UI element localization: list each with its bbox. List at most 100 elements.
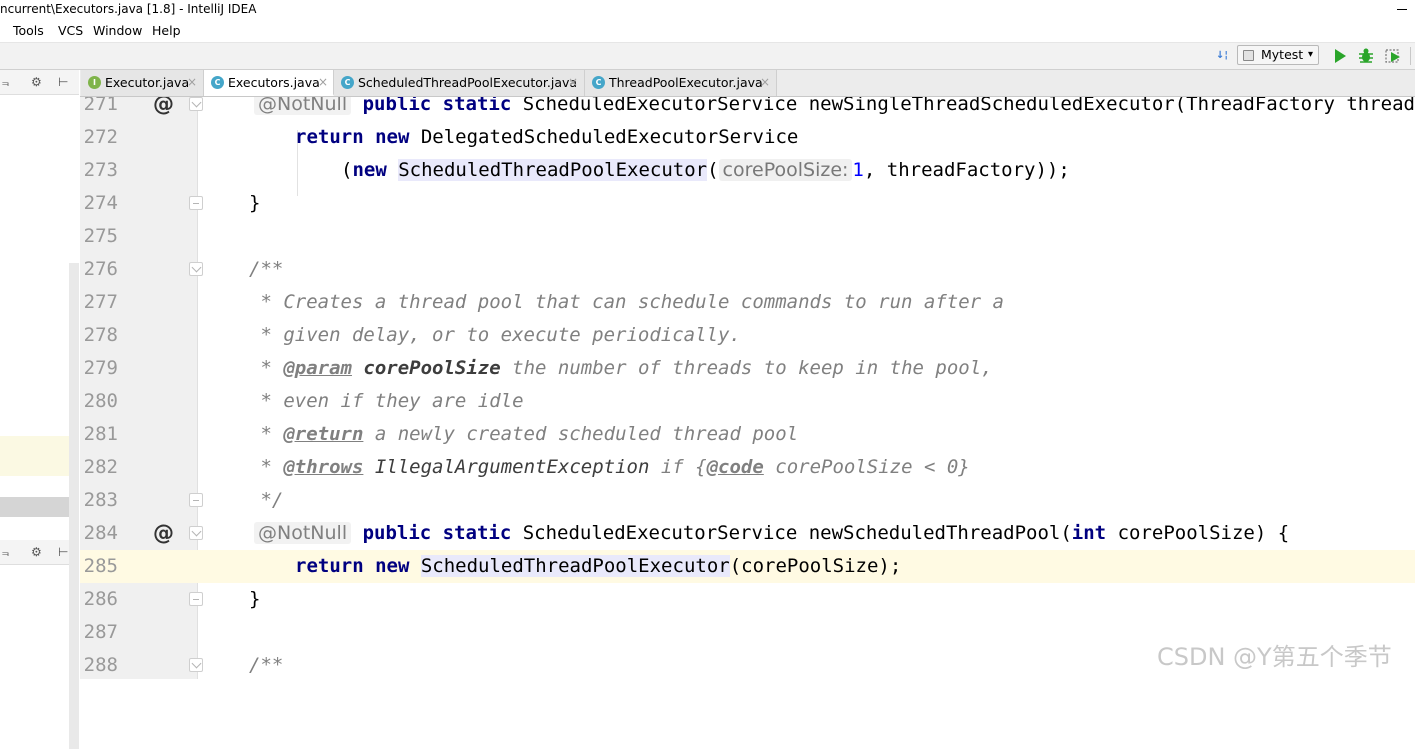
- code-line[interactable]: 276 /**: [80, 253, 1415, 286]
- collapse-icon[interactable]: ⫬: [2, 540, 9, 564]
- line-number: 282: [83, 456, 118, 478]
- doc-comment: * even if they are idle: [249, 390, 524, 412]
- annotation-marker-icon[interactable]: @: [153, 517, 174, 550]
- doc-tag: @throws: [283, 456, 364, 478]
- parameter-hint: corePoolSize:: [718, 159, 853, 181]
- menu-help[interactable]: Help: [152, 20, 181, 42]
- class-reference[interactable]: ScheduledThreadPoolExecutor: [420, 555, 730, 577]
- close-icon[interactable]: ×: [187, 70, 197, 95]
- code-line[interactable]: 280 * even if they are idle: [80, 385, 1415, 418]
- fold-marker-icon[interactable]: [189, 592, 203, 606]
- tab-label: ThreadPoolExecutor.java: [609, 75, 763, 90]
- code-editor[interactable]: 271 @ @NotNull public static ScheduledEx…: [80, 97, 1415, 679]
- fold-marker-icon[interactable]: [189, 658, 203, 672]
- code-line[interactable]: 283 */: [80, 484, 1415, 517]
- code-line-current[interactable]: 285 return new ScheduledThreadPoolExecut…: [80, 550, 1415, 583]
- line-number: 272: [83, 126, 118, 148]
- class-file-icon: C: [211, 76, 224, 89]
- collapse-icon[interactable]: ⫬: [2, 70, 9, 94]
- class-file-icon: C: [341, 76, 354, 89]
- keyword: int: [1071, 522, 1107, 544]
- doc-comment: * Creates a thread pool that can schedul…: [249, 291, 1004, 313]
- code-text: , threadFactory));: [863, 159, 1070, 181]
- keyword: return new: [295, 126, 410, 148]
- code-text: (: [341, 159, 353, 181]
- line-number: 285: [83, 555, 118, 577]
- fold-marker-icon[interactable]: [189, 262, 203, 276]
- line-number: 286: [83, 588, 118, 610]
- tab-executor-java[interactable]: I Executor.java ×: [81, 70, 204, 96]
- panel-selected-row[interactable]: [0, 497, 79, 517]
- fold-marker-icon[interactable]: [189, 493, 203, 507]
- menu-window[interactable]: Window: [93, 20, 142, 42]
- line-number: 280: [83, 390, 118, 412]
- hide-panel-icon[interactable]: ⊢: [58, 540, 68, 564]
- class-file-icon: C: [592, 76, 605, 89]
- line-number: 278: [83, 324, 118, 346]
- code-line[interactable]: 272 return new DelegatedScheduledExecuto…: [80, 121, 1415, 154]
- fold-marker-icon[interactable]: [189, 97, 203, 111]
- fold-marker-icon[interactable]: [189, 196, 203, 210]
- title-bar: ncurrent\Executors.java [1.8] - IntelliJ…: [0, 0, 1415, 20]
- close-icon[interactable]: ×: [318, 70, 328, 95]
- doc-comment: *: [249, 357, 284, 379]
- close-icon[interactable]: ×: [760, 70, 770, 95]
- tab-scheduledthreadpoolexecutor-java[interactable]: C ScheduledThreadPoolExecutor.java ×: [334, 70, 585, 96]
- doc-comment: /**: [249, 258, 284, 280]
- code-line[interactable]: 284 @ @NotNull public static ScheduledEx…: [80, 517, 1415, 550]
- interface-file-icon: I: [88, 76, 101, 89]
- run-configuration-select[interactable]: Mytest ▾: [1237, 45, 1319, 65]
- tab-executors-java[interactable]: C Executors.java ×: [204, 70, 334, 96]
- doc-comment: corePoolSize < 0}: [763, 456, 970, 478]
- code-line[interactable]: 286 }: [80, 583, 1415, 616]
- editor-tabs: I Executor.java × C Executors.java × C S…: [80, 70, 1415, 97]
- doc-comment: */: [249, 489, 284, 511]
- doc-comment: if {: [649, 456, 707, 478]
- line-number: 271: [83, 97, 118, 115]
- sort-icon[interactable]: ↓¦: [1213, 47, 1231, 65]
- tab-label: Executors.java: [228, 75, 320, 90]
- gear-icon[interactable]: ⚙: [31, 70, 42, 94]
- code-line[interactable]: 279 * @param corePoolSize the number of …: [80, 352, 1415, 385]
- code-text: }: [249, 192, 261, 214]
- code-line[interactable]: 282 * @throws IllegalArgumentException i…: [80, 451, 1415, 484]
- tab-threadpoolexecutor-java[interactable]: C ThreadPoolExecutor.java ×: [585, 70, 777, 96]
- line-number: 275: [83, 225, 118, 247]
- hide-panel-icon[interactable]: ⊢: [58, 70, 68, 94]
- keyword: public static: [362, 97, 512, 115]
- debug-icon[interactable]: [1357, 47, 1375, 65]
- doc-tag: @code: [706, 456, 764, 478]
- code-line[interactable]: 278 * given delay, or to execute periodi…: [80, 319, 1415, 352]
- menu-vcs[interactable]: VCS: [58, 20, 83, 42]
- code-text: }: [249, 588, 261, 610]
- code-line[interactable]: 277 * Creates a thread pool that can sch…: [80, 286, 1415, 319]
- keyword: new: [352, 159, 387, 181]
- gear-icon[interactable]: ⚙: [31, 540, 42, 564]
- code-text: (: [707, 159, 719, 181]
- number-literal: 1: [852, 159, 864, 181]
- run-config-label: Mytest: [1261, 47, 1304, 62]
- doc-comment: /**: [249, 654, 284, 676]
- code-line[interactable]: 281 * @return a newly created scheduled …: [80, 418, 1415, 451]
- line-number: 284: [83, 522, 118, 544]
- chevron-down-icon: ▾: [1307, 49, 1313, 60]
- fold-marker-icon[interactable]: [189, 526, 203, 540]
- class-reference[interactable]: ScheduledThreadPoolExecutor: [398, 159, 708, 181]
- run-icon[interactable]: [1331, 47, 1349, 65]
- code-line[interactable]: 273 (new ScheduledThreadPoolExecutor(cor…: [80, 154, 1415, 187]
- menu-tools[interactable]: Tools: [13, 20, 44, 42]
- panel-toolbar-secondary: ⫬ ⚙ ⊢: [0, 540, 79, 565]
- line-number: 287: [83, 621, 118, 643]
- close-icon[interactable]: ×: [568, 70, 578, 95]
- code-line[interactable]: 274 }: [80, 187, 1415, 220]
- line-number: 283: [83, 489, 118, 511]
- tab-label: Executor.java: [105, 75, 190, 90]
- project-panel: ⫬ ⚙ ⊢ ⫬ ⚙ ⊢: [0, 70, 79, 749]
- annotation: @NotNull: [254, 97, 352, 115]
- code-line[interactable]: 275: [80, 220, 1415, 253]
- run-with-coverage-icon[interactable]: [1384, 47, 1402, 65]
- annotation-marker-icon[interactable]: @: [153, 97, 174, 121]
- minimize-button[interactable]: [1397, 9, 1407, 10]
- code-line[interactable]: 271 @ @NotNull public static ScheduledEx…: [80, 97, 1415, 121]
- panel-scrollbar[interactable]: [69, 263, 79, 749]
